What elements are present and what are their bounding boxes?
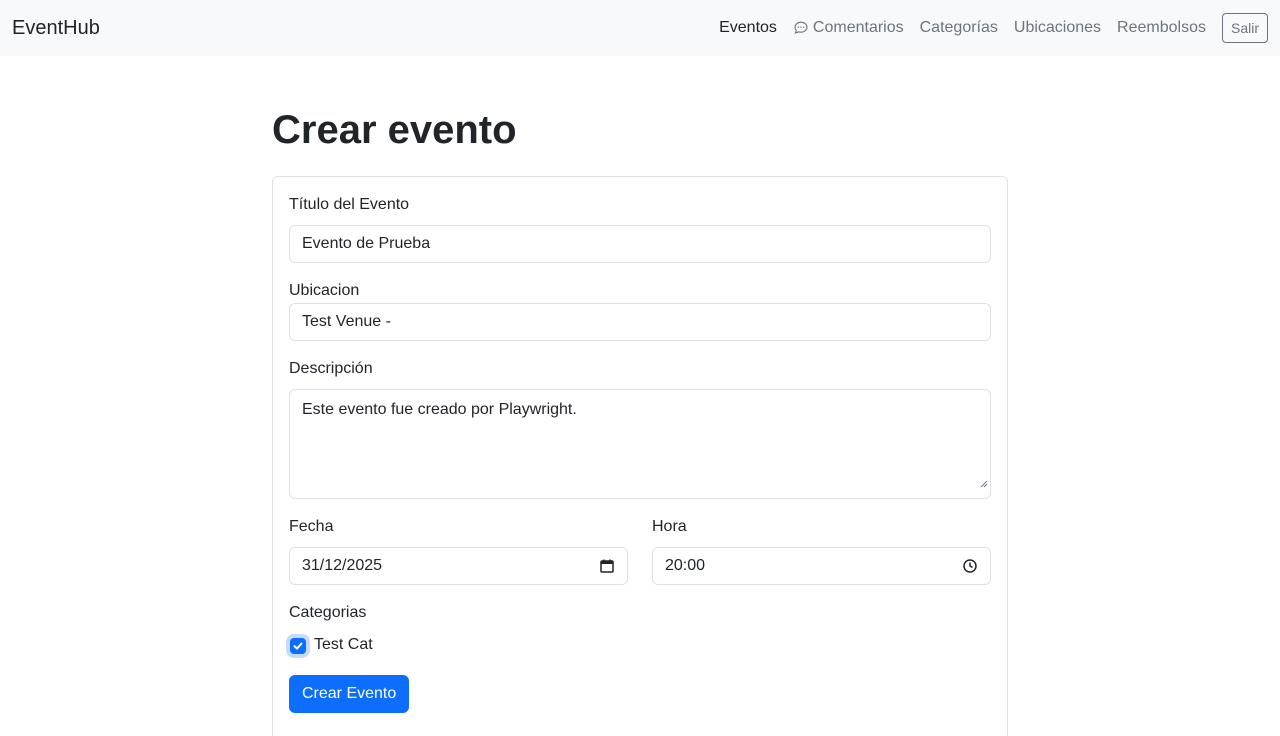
nav-item-categorias[interactable]: Categorías: [912, 16, 1006, 40]
page-title: Crear evento: [272, 108, 517, 152]
date-input[interactable]: 31/12/2025: [289, 547, 628, 585]
time-label: Hora: [652, 518, 687, 535]
title-input-value: Evento de Prueba: [302, 235, 431, 252]
nav-item-ubicaciones[interactable]: Ubicaciones: [1006, 16, 1109, 40]
nav-item-label: Categorías: [919, 19, 998, 36]
nav-item-comentarios[interactable]: Comentarios: [785, 16, 912, 40]
time-input[interactable]: 20:00: [652, 547, 991, 585]
location-select-value: Test Venue -: [302, 313, 391, 330]
check-icon: [293, 642, 303, 650]
title-label: Título del Evento: [289, 196, 410, 213]
location-label: Ubicacion: [289, 282, 360, 299]
create-event-button[interactable]: Crear Evento: [289, 675, 410, 713]
location-select[interactable]: Test Venue -: [289, 303, 991, 341]
nav-item-label: Reembolsos: [1117, 19, 1206, 36]
date-label: Fecha: [289, 518, 334, 535]
calendar-icon[interactable]: [599, 558, 615, 574]
resize-grip-icon[interactable]: [980, 472, 988, 496]
category-checkbox-test-cat[interactable]: [290, 638, 306, 654]
create-event-form: Título del Evento Evento de Prueba Ubica…: [272, 176, 1008, 736]
nav-item-eventos[interactable]: Eventos: [711, 16, 785, 40]
nav-item-label: Ubicaciones: [1013, 19, 1102, 36]
clock-icon[interactable]: [962, 558, 978, 574]
description-textarea[interactable]: Este evento fue creado por Playwright.: [289, 389, 991, 499]
logout-button[interactable]: Salir: [1221, 13, 1268, 43]
categories-label: Categorias: [289, 604, 367, 621]
title-input[interactable]: Evento de Prueba: [289, 225, 991, 263]
nav-item-label: Eventos: [719, 19, 777, 36]
description-label: Descripción: [289, 360, 373, 377]
date-input-value: 31/12/2025: [302, 557, 383, 574]
description-textarea-value: Este evento fue creado por Playwright.: [302, 401, 577, 418]
time-input-value: 20:00: [665, 557, 706, 574]
brand-logo[interactable]: EventHub: [12, 16, 100, 40]
main-content: Crear evento Título del Evento Evento de…: [272, 56, 1008, 736]
nav-item-reembolsos[interactable]: Reembolsos: [1109, 16, 1214, 40]
navbar: EventHub Eventos Comentarios Categorías …: [0, 0, 1280, 56]
chat-bubble-icon: [793, 20, 809, 36]
nav-links: Eventos Comentarios Categorías Ubicacion…: [711, 0, 1268, 56]
nav-item-label: Comentarios: [812, 19, 904, 36]
category-checkbox-label[interactable]: Test Cat: [314, 633, 373, 657]
